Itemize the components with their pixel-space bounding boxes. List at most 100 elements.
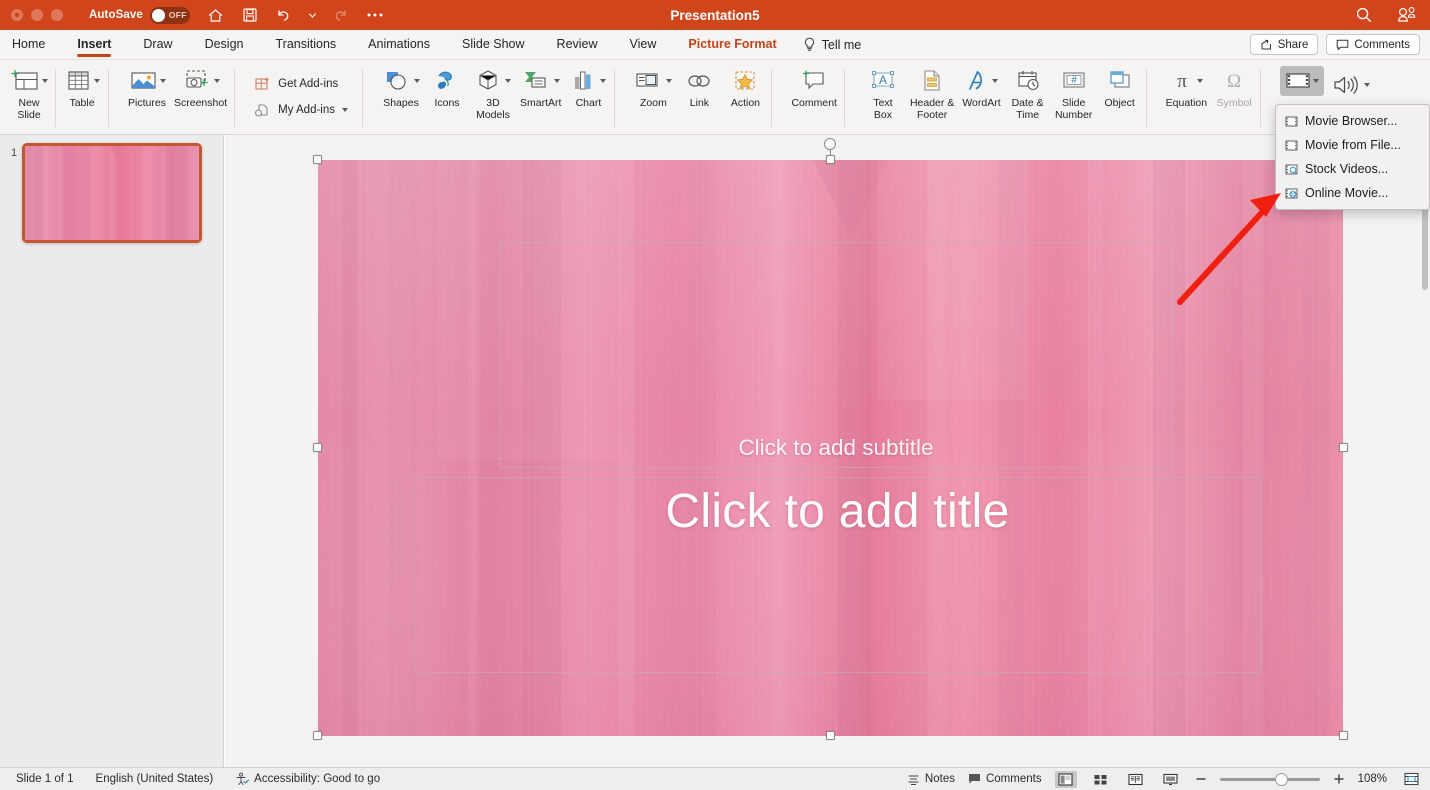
tab-slide-show[interactable]: Slide Show xyxy=(462,31,525,59)
slide-thumbnail-pane[interactable]: 1 xyxy=(0,135,224,767)
chevron-down-icon[interactable] xyxy=(414,79,421,83)
insert-comment-button[interactable]: Comment xyxy=(787,64,841,110)
header-footer-button[interactable]: Header & Footer xyxy=(906,64,958,121)
save-icon[interactable] xyxy=(240,5,260,25)
chevron-down-icon[interactable] xyxy=(1364,83,1371,87)
resize-handle-middle-right[interactable] xyxy=(1339,443,1348,452)
zoom-slider[interactable] xyxy=(1219,772,1320,786)
menu-item-movie-browser[interactable]: Movie Browser... xyxy=(1276,109,1429,133)
menu-item-movie-from-file[interactable]: Movie from File... xyxy=(1276,133,1429,157)
resize-handle-bottom-left[interactable] xyxy=(313,731,322,740)
action-button[interactable]: Action xyxy=(722,64,768,110)
slideshow-icon[interactable] xyxy=(1160,771,1182,788)
audio-button[interactable] xyxy=(1328,68,1374,102)
chevron-down-icon[interactable] xyxy=(1313,79,1320,83)
close-window-button[interactable] xyxy=(11,9,23,21)
statusbar-comments-button[interactable]: Comments xyxy=(968,773,1042,785)
resize-handle-top-left[interactable] xyxy=(313,155,322,164)
slide-sorter-icon[interactable] xyxy=(1090,771,1112,788)
quick-access-toolbar[interactable] xyxy=(206,5,385,25)
chevron-down-icon[interactable] xyxy=(213,79,220,83)
object-button[interactable]: Object xyxy=(1097,64,1143,110)
video-dropdown-menu[interactable]: Movie Browser... Movie from File... Stoc… xyxy=(1275,104,1430,210)
zoom-level-label[interactable]: 108% xyxy=(1358,773,1387,785)
window-controls[interactable] xyxy=(0,9,63,21)
reading-view-icon[interactable] xyxy=(1125,771,1147,788)
tab-animations[interactable]: Animations xyxy=(368,31,430,59)
minimize-window-button[interactable] xyxy=(31,9,43,21)
zoom-button[interactable]: Zoom xyxy=(630,64,676,110)
my-addins-button[interactable]: My Add-ins xyxy=(254,102,349,119)
autosave-toggle[interactable]: OFF xyxy=(149,6,190,24)
tab-draw[interactable]: Draw xyxy=(143,31,172,59)
get-addins-button[interactable]: Get Add-ins xyxy=(254,76,348,93)
maximize-window-button[interactable] xyxy=(51,9,63,21)
accessibility-status[interactable]: Accessibility: Good to go xyxy=(235,772,380,786)
zoom-out-button[interactable] xyxy=(1195,773,1207,785)
resize-handle-middle-left[interactable] xyxy=(313,443,322,452)
tab-transitions[interactable]: Transitions xyxy=(275,31,336,59)
video-button[interactable] xyxy=(1276,64,1328,98)
shapes-button[interactable]: Shapes xyxy=(378,64,424,110)
chevron-down-icon[interactable] xyxy=(342,108,349,112)
comments-button[interactable]: Comments xyxy=(1326,34,1420,55)
equation-button[interactable]: π Equation xyxy=(1162,64,1211,110)
titlebar-right-actions[interactable] xyxy=(1354,5,1416,25)
chevron-down-icon[interactable] xyxy=(553,79,560,83)
fit-slide-icon[interactable] xyxy=(1400,771,1422,788)
screenshot-button[interactable]: Screenshot xyxy=(170,64,231,110)
chevron-down-icon[interactable] xyxy=(1197,79,1204,83)
smartart-button[interactable]: SmartArt xyxy=(516,64,565,110)
normal-view-icon[interactable] xyxy=(1054,770,1077,788)
undo-caret-icon[interactable] xyxy=(308,5,317,25)
chevron-down-icon[interactable] xyxy=(600,79,607,83)
title-placeholder[interactable]: Click to add title xyxy=(414,477,1261,673)
home-icon[interactable] xyxy=(206,5,226,25)
account-icon[interactable] xyxy=(1396,5,1416,25)
chevron-down-icon[interactable] xyxy=(992,79,999,83)
language-label[interactable]: English (United States) xyxy=(96,773,214,785)
3d-models-button[interactable]: 3D Models xyxy=(470,64,516,121)
resize-handle-bottom-right[interactable] xyxy=(1339,731,1348,740)
zoom-slider-knob[interactable] xyxy=(1274,772,1288,786)
slide-number-button[interactable]: # Slide Number xyxy=(1051,64,1097,121)
tab-review[interactable]: Review xyxy=(557,31,598,59)
tab-view[interactable]: View xyxy=(630,31,657,59)
new-slide-button[interactable]: New Slide xyxy=(6,64,52,121)
slide-canvas-area[interactable]: Click to add subtitle Click to add title xyxy=(225,135,1430,767)
tabbar-actions[interactable]: Share Comments xyxy=(1249,34,1420,55)
chart-button[interactable]: Chart xyxy=(565,64,611,110)
tab-insert[interactable]: Insert xyxy=(77,31,112,59)
ribbon[interactable]: New Slide Table Pictures Screenshot Get … xyxy=(0,60,1430,135)
menu-item-stock-videos[interactable]: Stock Videos... xyxy=(1276,157,1429,181)
chevron-down-icon[interactable] xyxy=(160,79,166,83)
tab-design[interactable]: Design xyxy=(205,31,244,59)
search-icon[interactable] xyxy=(1354,5,1374,25)
pictures-button[interactable]: Pictures xyxy=(124,64,170,110)
autosave-control[interactable]: AutoSave OFF xyxy=(89,6,190,24)
chevron-down-icon[interactable] xyxy=(666,79,673,83)
table-button[interactable]: Table xyxy=(59,64,105,110)
zoom-in-button[interactable] xyxy=(1333,773,1345,785)
tab-picture-format[interactable]: Picture Format xyxy=(688,31,776,59)
thumbnail-item[interactable]: 1 xyxy=(0,135,223,243)
icons-button[interactable]: Icons xyxy=(424,64,470,110)
rotate-handle[interactable] xyxy=(824,138,836,150)
slide-editing-surface[interactable]: Click to add subtitle Click to add title xyxy=(318,160,1343,736)
resize-handle-top-center[interactable] xyxy=(826,155,835,164)
ribbon-tab-bar[interactable]: Home Insert Draw Design Transitions Anim… xyxy=(0,30,1430,60)
status-bar[interactable]: Slide 1 of 1 English (United States) Acc… xyxy=(0,767,1430,790)
tell-me-box[interactable]: Tell me xyxy=(803,37,861,52)
symbol-button[interactable]: Ω Symbol xyxy=(1211,64,1257,110)
text-box-button[interactable]: A Text Box xyxy=(860,64,906,121)
menu-item-online-movie[interactable]: Online Movie... xyxy=(1276,181,1429,205)
undo-icon[interactable] xyxy=(274,5,294,25)
more-commands-icon[interactable] xyxy=(365,5,385,25)
chevron-down-icon[interactable] xyxy=(94,79,100,83)
tab-home[interactable]: Home xyxy=(12,31,45,59)
resize-handle-bottom-center[interactable] xyxy=(826,731,835,740)
chevron-down-icon[interactable] xyxy=(42,79,48,83)
wordart-button[interactable]: WordArt xyxy=(958,64,1004,110)
subtitle-placeholder[interactable]: Click to add subtitle xyxy=(500,242,1172,468)
date-time-button[interactable]: Date & Time xyxy=(1005,64,1051,121)
